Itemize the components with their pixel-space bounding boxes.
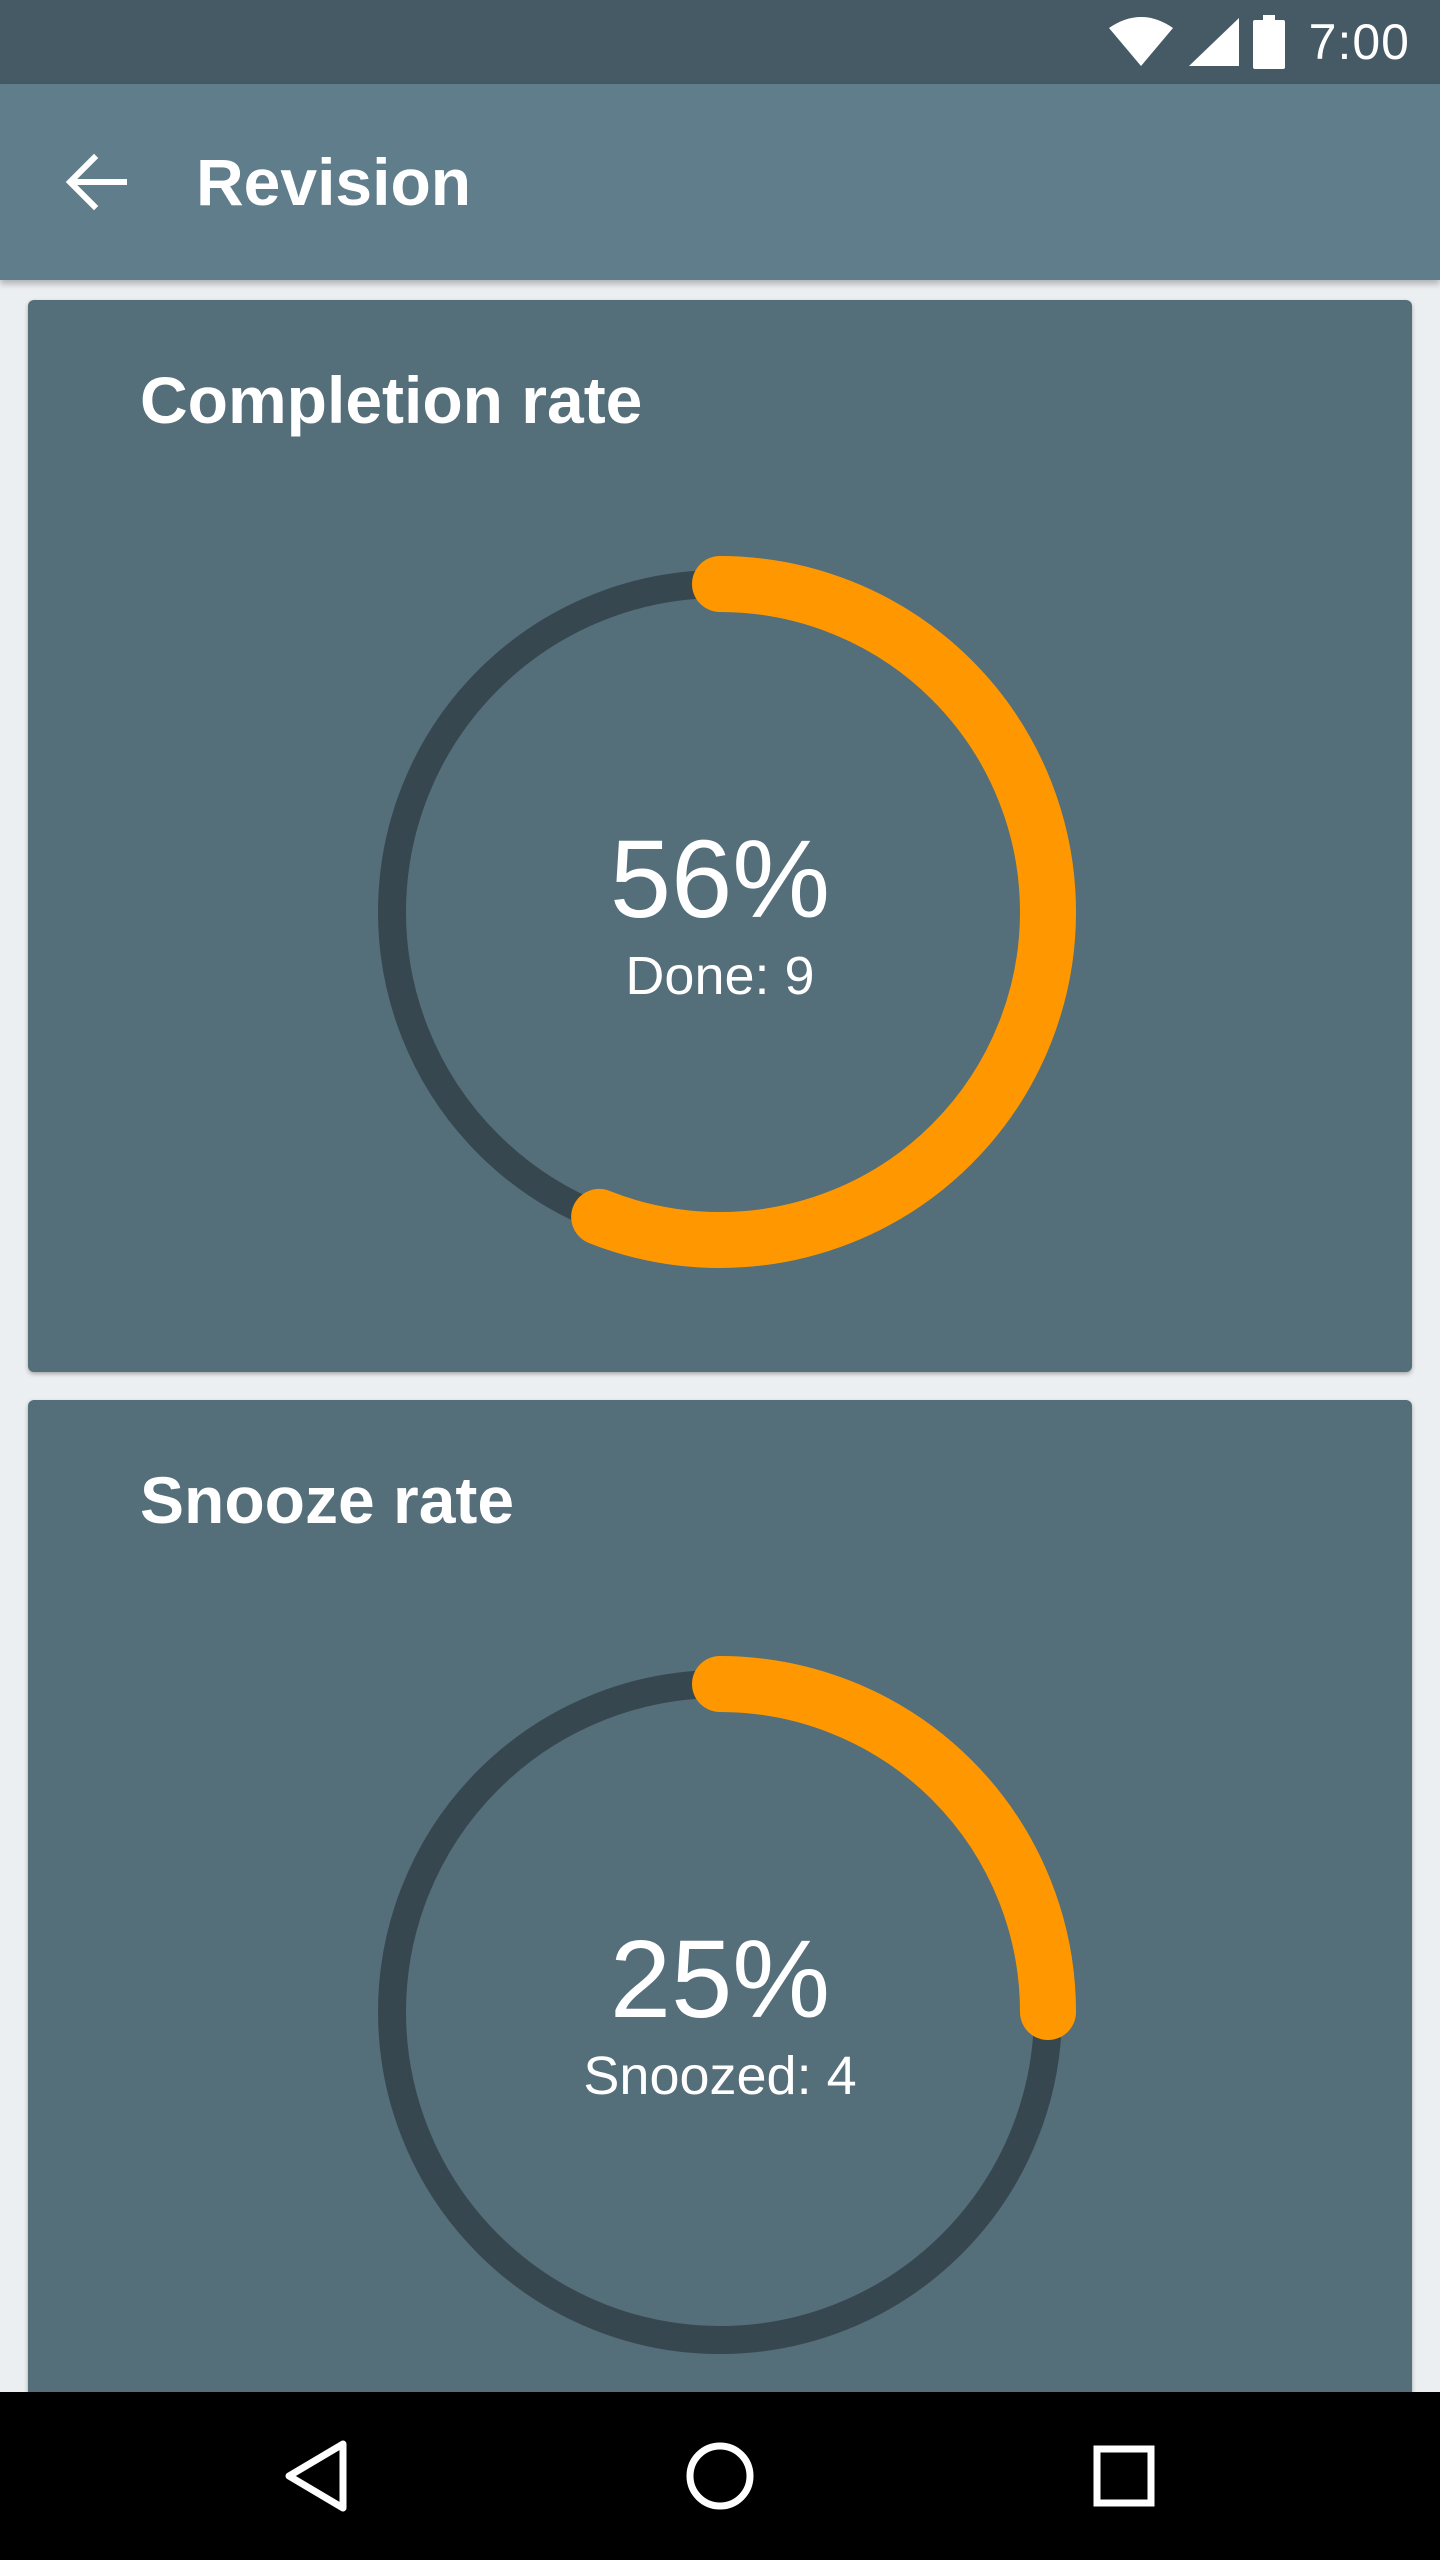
snooze-center: 25% Snoozed: 4 [470,1920,970,2108]
app-bar: Revision [0,84,1440,280]
completion-percent: 56% [609,818,831,941]
snooze-ring [364,1656,1076,2368]
snooze-count: Snoozed: 4 [583,2046,857,2106]
wifi-icon [1108,17,1173,66]
system-nav-bar [0,2392,1440,2560]
home-circle-icon [686,2442,754,2510]
status-time: 7:00 [1308,14,1410,70]
completion-center: 56% Done: 9 [470,820,970,1008]
nav-home-button[interactable] [670,2426,770,2526]
nav-back-button[interactable] [266,2426,366,2526]
completion-rate-card: Completion rate 56% Done: 9 [28,300,1412,1372]
signal-icon [1188,18,1239,66]
status-icons: 7:00 [1108,0,1410,84]
snooze-percent: 25% [609,1918,831,2041]
snooze-rate-card: Snooze rate 25% Snoozed: 4 [28,1400,1412,2392]
arrow-back-icon [65,153,127,211]
completion-done-count: Done: 9 [625,946,815,1006]
battery-icon [1252,15,1285,69]
back-button[interactable] [48,134,144,230]
recents-square-icon [1093,2445,1155,2507]
stats-list[interactable]: Completion rate 56% Done: 9 Snooze rate … [0,280,1440,2392]
back-triangle-icon [285,2440,347,2512]
page-title: Revision [196,145,472,219]
nav-recents-button[interactable] [1074,2426,1174,2526]
status-bar: 7:00 [0,0,1440,84]
